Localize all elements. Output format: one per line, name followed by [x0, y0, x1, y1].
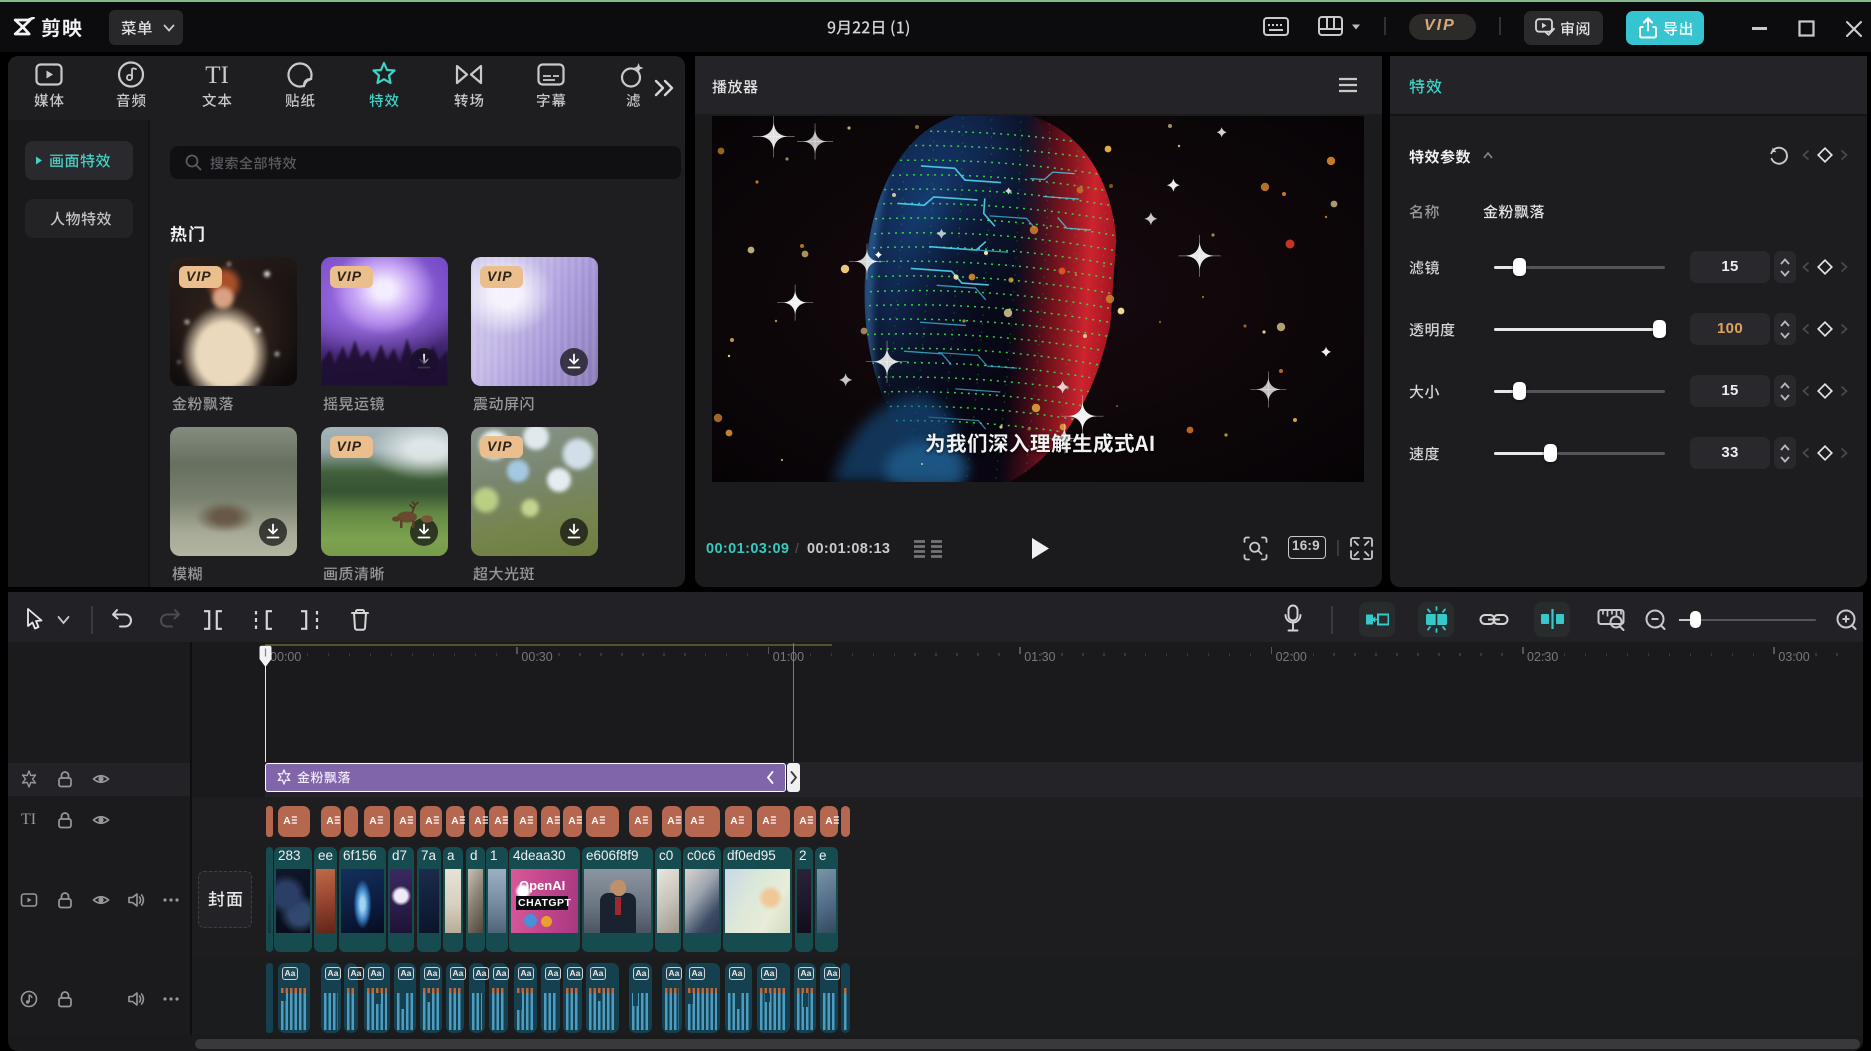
- svg-text:A: A: [825, 816, 833, 826]
- svg-text:A: A: [634, 816, 642, 826]
- svg-text:TI: TI: [205, 62, 229, 88]
- svg-text:A: A: [762, 816, 770, 826]
- svg-text:A: A: [591, 816, 599, 826]
- svg-text:A: A: [568, 816, 576, 826]
- svg-text:A: A: [399, 816, 407, 826]
- svg-text:A: A: [494, 816, 502, 826]
- svg-text:A: A: [283, 816, 291, 826]
- svg-text:A: A: [326, 816, 334, 826]
- svg-text:A: A: [369, 816, 377, 826]
- svg-text:A: A: [799, 816, 807, 826]
- svg-text:A: A: [730, 816, 738, 826]
- svg-text:A: A: [519, 816, 527, 826]
- svg-text:A: A: [474, 816, 482, 826]
- svg-text:A: A: [667, 816, 675, 826]
- svg-text:A: A: [546, 816, 554, 826]
- svg-text:A: A: [690, 816, 698, 826]
- svg-text:A: A: [425, 816, 433, 826]
- svg-text:A: A: [451, 816, 459, 826]
